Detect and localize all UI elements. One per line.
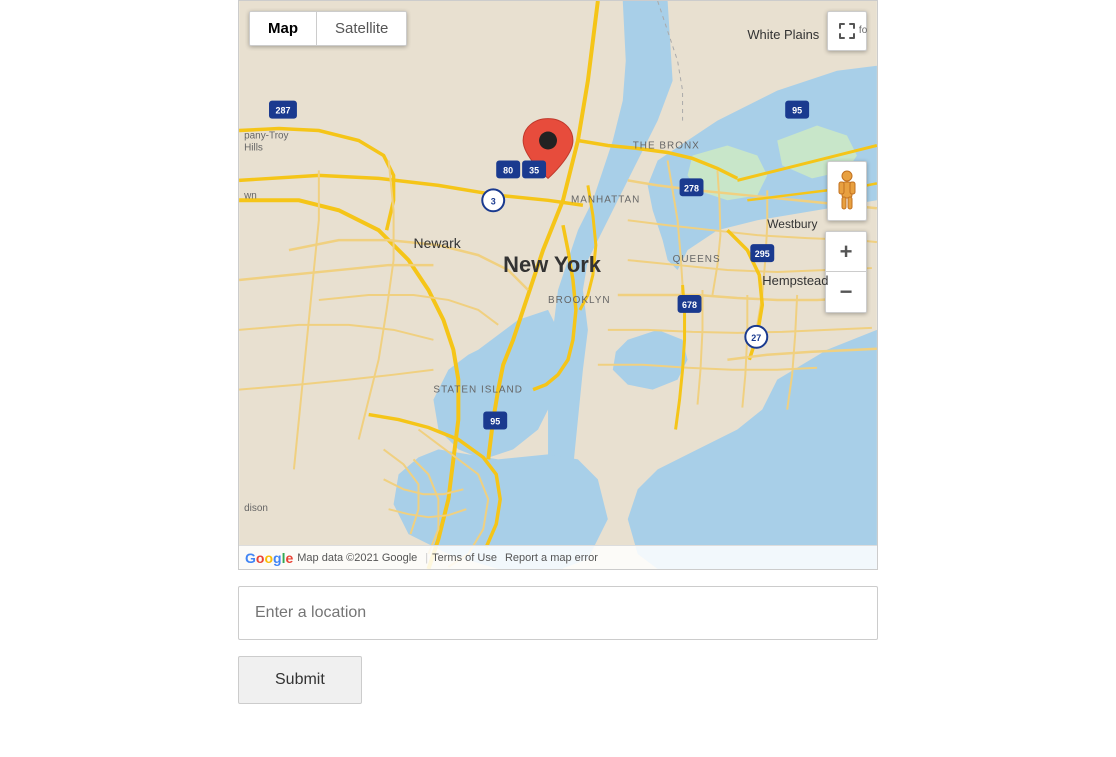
map-type-satellite-button[interactable]: Satellite <box>317 12 406 45</box>
zoom-out-button[interactable]: − <box>826 272 866 312</box>
map-type-control: Map Satellite <box>249 11 407 46</box>
zoom-controls: + − <box>825 231 867 313</box>
map-container: Map Satellite + <box>238 0 878 570</box>
map-footer: Google Map data ©2021 Google | Terms of … <box>239 545 877 569</box>
map-attribution-text: Map data ©2021 Google <box>297 552 417 564</box>
terms-of-use-link[interactable]: Terms of Use <box>432 552 497 564</box>
submit-wrapper: Submit <box>238 656 878 704</box>
location-input-wrapper <box>238 586 878 640</box>
fullscreen-button[interactable] <box>827 11 867 51</box>
page-container: Map Satellite + <box>0 0 1116 704</box>
location-input[interactable] <box>238 586 878 640</box>
submit-button[interactable]: Submit <box>238 656 362 704</box>
google-logo: Google <box>245 550 293 566</box>
zoom-in-button[interactable]: + <box>826 232 866 272</box>
pegman-button[interactable] <box>827 161 867 221</box>
report-map-error-link[interactable]: Report a map error <box>505 552 598 564</box>
map-type-map-button[interactable]: Map <box>250 12 317 45</box>
